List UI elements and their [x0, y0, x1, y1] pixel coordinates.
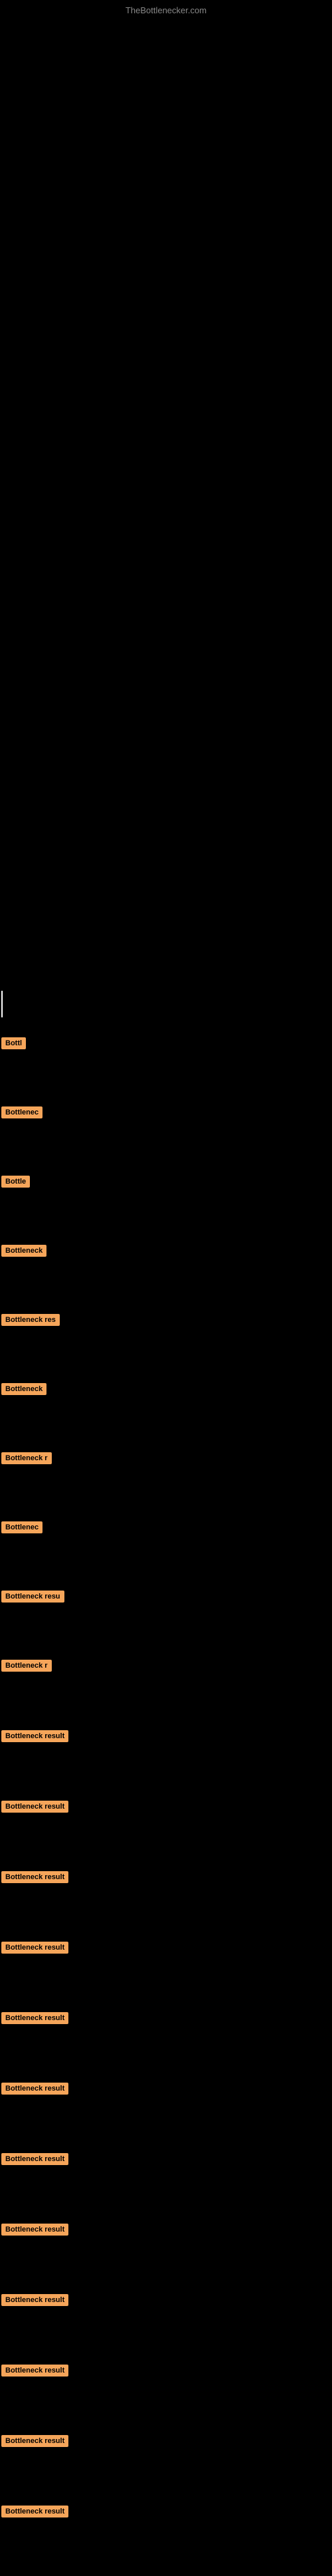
bottleneck-badge: Bottleneck result: [1, 2224, 68, 2236]
list-item: Bottleneck res: [0, 1314, 332, 1326]
bottleneck-badge: Bottleneck result: [1, 1801, 68, 1813]
list-item: Bottleneck result: [0, 2365, 332, 2377]
list-item: Bottleneck r: [0, 1452, 332, 1464]
list-item: Bottleneck: [0, 1245, 332, 1257]
list-item: Bottleneck result: [0, 1730, 332, 1742]
list-item: Bottleneck r: [0, 1660, 332, 1672]
bottleneck-badge: Bottleneck: [1, 1383, 46, 1395]
list-item: Bottleneck result: [0, 2012, 332, 2024]
bottleneck-badge: Bottleneck result: [1, 1730, 68, 1742]
bottleneck-badge: Bottlenec: [1, 1106, 42, 1118]
bottleneck-badge: Bottleneck result: [1, 2435, 68, 2447]
bottleneck-badge: Bottleneck result: [1, 2083, 68, 2095]
bottleneck-badge: Bottleneck r: [1, 1452, 52, 1464]
list-item: Bottleneck result: [0, 1871, 332, 1883]
list-item: Bottleneck result: [0, 2153, 332, 2165]
bottleneck-badge: Bottleneck result: [1, 1942, 68, 1954]
vertical-bar: [1, 991, 3, 1017]
list-item: Bottleneck result: [0, 2506, 332, 2517]
bottleneck-badge: Bottl: [1, 1037, 26, 1049]
bottleneck-badge: Bottleneck result: [1, 2365, 68, 2377]
list-item: Bottleneck result: [0, 2294, 332, 2306]
bottleneck-badge: Bottleneck resu: [1, 1591, 64, 1603]
list-item: Bottleneck resu: [0, 1591, 332, 1603]
list-item: Bottleneck: [0, 1383, 332, 1395]
bottleneck-badge: Bottleneck: [1, 1245, 46, 1257]
bottleneck-badge: Bottleneck res: [1, 1314, 60, 1326]
list-item: Bottlenec: [0, 1521, 332, 1533]
list-item: Bottl: [0, 1037, 332, 1049]
bottleneck-badge: Bottleneck result: [1, 2294, 68, 2306]
bottleneck-items-list: Bottl Bottlenec Bottle Bottleneck Bottleneck…: [0, 1037, 332, 2576]
bottleneck-badge: Bottleneck result: [1, 2506, 68, 2517]
list-item: Bottleneck result: [0, 2083, 332, 2095]
bottleneck-badge: Bottleneck result: [1, 2153, 68, 2165]
list-item: Bottleneck result: [0, 1942, 332, 1954]
bottleneck-badge: Bottleneck r: [1, 1660, 52, 1672]
list-item: Bottle: [0, 1176, 332, 1188]
bottleneck-badge: Bottleneck result: [1, 1871, 68, 1883]
list-item: Bottleneck result: [0, 1801, 332, 1813]
list-item: Bottleneck result: [0, 2435, 332, 2447]
bottleneck-badge: Bottle: [1, 1176, 30, 1188]
list-item: Bottleneck result: [0, 2224, 332, 2236]
site-title: TheBottlenecker.com: [125, 5, 207, 15]
bottleneck-badge: Bottlenec: [1, 1521, 42, 1533]
list-item: Bottlenec: [0, 1106, 332, 1118]
bottleneck-badge: Bottleneck result: [1, 2012, 68, 2024]
